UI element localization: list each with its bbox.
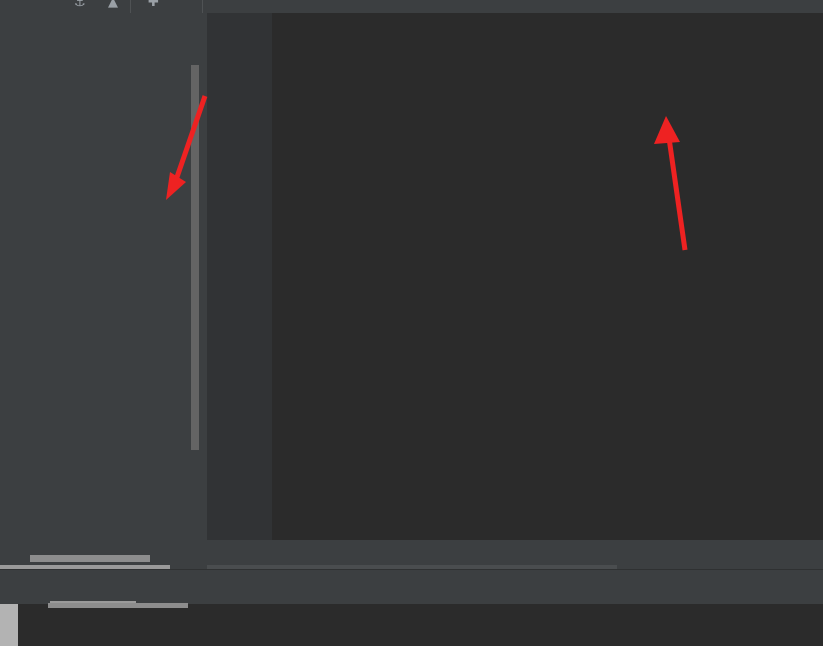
editor-fold-column[interactable] bbox=[259, 13, 272, 540]
project-tree-panel[interactable] bbox=[0, 13, 203, 564]
code-content[interactable] bbox=[272, 13, 823, 540]
editor-tab-bar[interactable] bbox=[207, 0, 823, 13]
editor-gutter[interactable] bbox=[207, 13, 259, 540]
sidebar-vertical-scrollbar[interactable] bbox=[191, 65, 199, 450]
settings-icon[interactable]: ✚ bbox=[148, 0, 159, 10]
terminal-header[interactable] bbox=[0, 571, 823, 604]
terminal-top-divider bbox=[0, 569, 823, 570]
ide-window: ⚓ ▲ ✚ bbox=[0, 0, 823, 646]
toolbar-separator-2 bbox=[202, 0, 203, 13]
anchor-icon[interactable]: ⚓ bbox=[74, 0, 86, 10]
sort-icon[interactable]: ▲ bbox=[108, 0, 118, 10]
breadcrumb[interactable] bbox=[207, 540, 823, 565]
sidebar-horizontal-scrollbar[interactable] bbox=[30, 555, 150, 562]
terminal-left-gutter bbox=[0, 604, 18, 646]
terminal-output[interactable] bbox=[0, 604, 823, 646]
toolbar-separator bbox=[130, 0, 131, 13]
terminal-scroll-thumb[interactable] bbox=[48, 603, 188, 608]
code-editor[interactable] bbox=[207, 13, 823, 540]
